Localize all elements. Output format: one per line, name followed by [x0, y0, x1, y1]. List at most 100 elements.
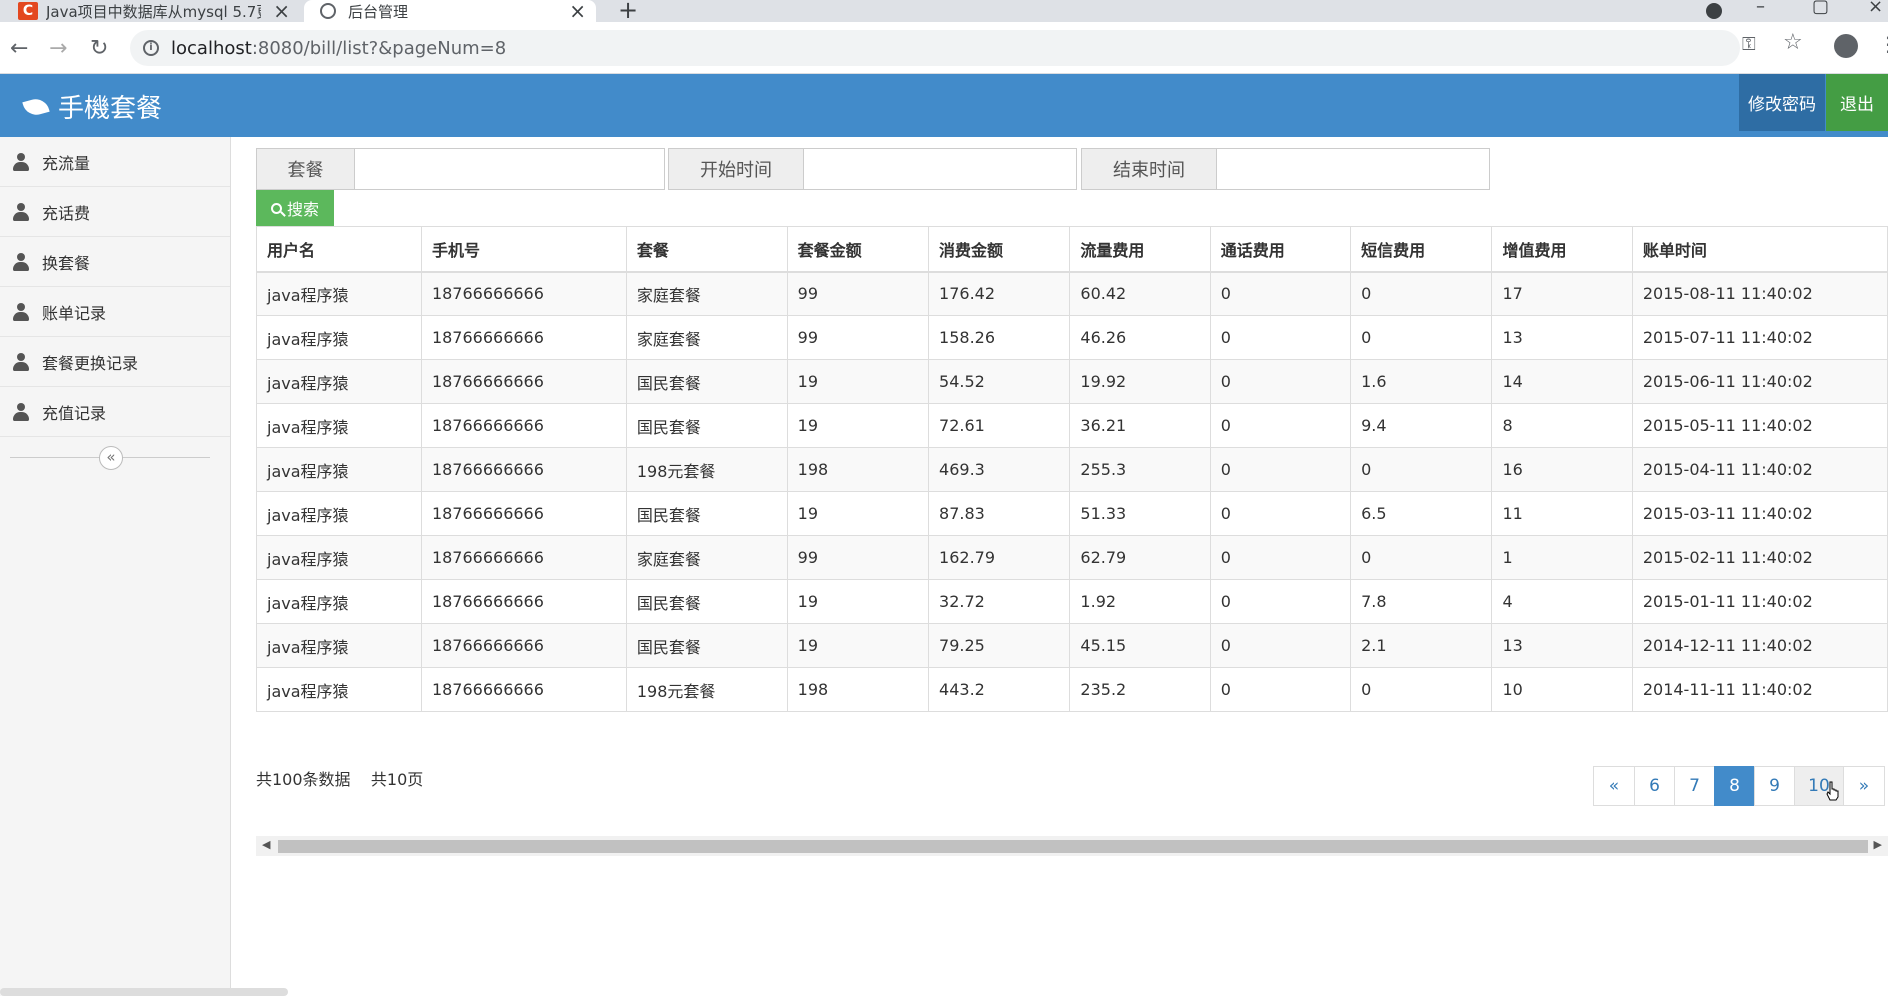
start-time-input[interactable] [804, 149, 1076, 189]
page-link-9[interactable]: 9 [1754, 766, 1795, 806]
restore-icon[interactable]: ▢ [1812, 0, 1829, 17]
sidebar-item-label: 充流量 [42, 153, 91, 173]
user-icon [12, 302, 30, 321]
globe-favicon-icon [320, 3, 336, 19]
browser-menu-icon[interactable]: ⋮ [1878, 32, 1888, 56]
table-row: java程序猿 18766666666 国民套餐 19 79.25 45.15 0 2.1 13… [256, 623, 1888, 668]
cell-data-fee: 235.2 [1069, 667, 1211, 712]
cell-data-fee: 51.33 [1069, 491, 1211, 536]
info-icon[interactable]: i [143, 40, 159, 56]
cell-call-fee: 0 [1209, 271, 1352, 316]
cell-consumption-amount: 87.83 [928, 491, 1071, 536]
cell-value-added-fee: 11 [1491, 491, 1633, 536]
table-row: java程序猿 18766666666 国民套餐 19 54.52 19.92 0 1.6 14… [256, 359, 1888, 404]
sidebar-item-recharge-data[interactable]: 充流量 [0, 137, 230, 187]
sidebar-item-label: 账单记录 [42, 303, 107, 323]
forward-icon[interactable]: → [49, 36, 67, 61]
pagination: « 6 7 8 9 10 » [1593, 766, 1885, 806]
package-search-group: 套餐 [256, 148, 665, 190]
sidebar-item-bill-records[interactable]: 账单记录 [0, 287, 230, 337]
cell-bill-time: 2015-08-11 11:40:02 [1631, 271, 1888, 316]
package-input[interactable] [355, 149, 664, 189]
url-text[interactable]: localhost:8080/bill/list?&pageNum=8 [171, 38, 506, 59]
scrollbar-thumb[interactable] [278, 840, 1868, 853]
table-row: java程序猿 18766666666 家庭套餐 99 162.79 62.79 0 0 1 20… [256, 535, 1888, 580]
column-header-phone: 手机号 [420, 226, 627, 273]
sidebar-scrollbar[interactable] [0, 988, 288, 996]
page-link-6[interactable]: 6 [1634, 766, 1675, 806]
pagination-prev[interactable]: « [1593, 766, 1635, 806]
sidebar: 充流量 充话费 换套餐 账单记录 套餐更换记录 充值记录 « [0, 137, 231, 996]
cell-data-fee: 1.92 [1069, 579, 1211, 624]
cell-value-added-fee: 13 [1491, 315, 1633, 360]
close-tab-icon[interactable]: × [273, 0, 290, 23]
change-password-button[interactable]: 修改密码 [1739, 74, 1825, 131]
sidebar-item-package-change-records[interactable]: 套餐更换记录 [0, 337, 230, 387]
cell-sms-fee: 0 [1350, 315, 1493, 360]
cell-call-fee: 0 [1209, 359, 1352, 404]
minimize-icon[interactable]: – [1756, 0, 1765, 17]
key-icon[interactable]: ⚿ [1742, 34, 1756, 55]
cell-call-fee: 0 [1209, 491, 1352, 536]
cell-value-added-fee: 1 [1491, 535, 1633, 580]
cell-package: 国民套餐 [625, 623, 788, 668]
close-tab-icon[interactable]: × [569, 0, 586, 23]
cell-username: java程序猿 [256, 579, 422, 624]
cell-value-added-fee: 13 [1491, 623, 1633, 668]
cell-value-added-fee: 10 [1491, 667, 1633, 712]
browser-toolbar: ← → ↻ i localhost:8080/bill/list?&pageNu… [0, 22, 1888, 74]
cell-bill-time: 2014-12-11 11:40:02 [1631, 623, 1888, 668]
leaf-icon [22, 95, 50, 118]
cell-bill-time: 2015-03-11 11:40:02 [1631, 491, 1888, 536]
pagination-next[interactable]: » [1843, 766, 1885, 806]
end-time-input[interactable] [1217, 149, 1489, 189]
browser-tab-2[interactable]: 后台管理 × [304, 0, 596, 23]
browser-tab-1[interactable]: C Java项目中数据库从mysql 5.7更 × [0, 0, 300, 23]
cell-package: 家庭套餐 [625, 271, 788, 316]
profile-avatar-icon[interactable] [1834, 34, 1858, 58]
address-bar[interactable]: i localhost:8080/bill/list?&pageNum=8 [130, 30, 1740, 66]
cell-package-amount: 99 [786, 315, 930, 360]
cell-phone: 18766666666 [420, 447, 627, 492]
page-link-8-active[interactable]: 8 [1714, 766, 1755, 806]
cell-sms-fee: 6.5 [1350, 491, 1493, 536]
new-tab-icon[interactable]: + [618, 0, 638, 24]
cell-bill-time: 2015-07-11 11:40:02 [1631, 315, 1888, 360]
brand[interactable]: 手機套餐 [22, 88, 162, 125]
close-window-icon[interactable]: × [1868, 0, 1883, 17]
cell-bill-time: 2015-04-11 11:40:02 [1631, 447, 1888, 492]
cell-data-fee: 45.15 [1069, 623, 1211, 668]
cell-data-fee: 60.42 [1069, 271, 1211, 316]
package-label: 套餐 [257, 149, 355, 189]
cell-value-added-fee: 16 [1491, 447, 1633, 492]
back-icon[interactable]: ← [10, 36, 28, 61]
cell-package: 国民套餐 [625, 359, 788, 404]
horizontal-scrollbar[interactable]: ◀ ▶ [256, 836, 1888, 856]
column-header-call-fee: 通话费用 [1209, 226, 1352, 273]
reload-icon[interactable]: ↻ [90, 36, 108, 61]
column-header-package-amount: 套餐金额 [786, 226, 930, 273]
scroll-left-icon[interactable]: ◀ [262, 838, 270, 851]
page-link-7[interactable]: 7 [1674, 766, 1715, 806]
cell-consumption-amount: 176.42 [928, 271, 1071, 316]
cell-username: java程序猿 [256, 491, 422, 536]
sidebar-item-recharge-credit[interactable]: 充话费 [0, 187, 230, 237]
logout-button[interactable]: 退出 [1826, 74, 1888, 131]
sidebar-item-change-package[interactable]: 换套餐 [0, 237, 230, 287]
cell-package: 国民套餐 [625, 579, 788, 624]
bookmark-star-icon[interactable]: ☆ [1783, 30, 1803, 55]
sidebar-item-recharge-records[interactable]: 充值记录 [0, 387, 230, 437]
cell-value-added-fee: 8 [1491, 403, 1633, 448]
cell-data-fee: 62.79 [1069, 535, 1211, 580]
cell-consumption-amount: 79.25 [928, 623, 1071, 668]
scroll-right-icon[interactable]: ▶ [1874, 838, 1882, 851]
collapse-sidebar-icon[interactable]: « [99, 446, 123, 470]
total-info: 共100条数据 共10页 [256, 766, 423, 790]
cell-consumption-amount: 72.61 [928, 403, 1071, 448]
table-row: java程序猿 18766666666 198元套餐 198 469.3 255.3 0 0 1… [256, 447, 1888, 492]
search-button[interactable]: 搜索 [256, 190, 334, 226]
cell-phone: 18766666666 [420, 271, 627, 316]
profile-dropdown-icon[interactable] [1706, 3, 1722, 19]
cell-phone: 18766666666 [420, 359, 627, 404]
cell-package-amount: 198 [786, 667, 930, 712]
